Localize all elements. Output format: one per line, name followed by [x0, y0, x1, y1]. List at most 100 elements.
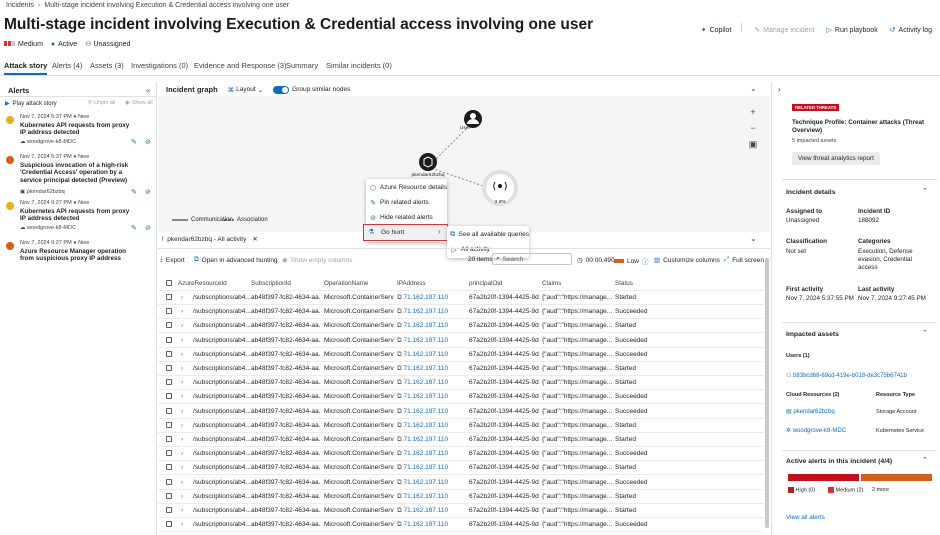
table-row[interactable]: › /subscriptions/ab4...ab48f397-fc82-4634… [158, 476, 764, 490]
chevron-right-icon[interactable]: › [181, 422, 183, 429]
table-row[interactable]: › /subscriptions/ab4...ab48f397-fc82-4634… [158, 319, 764, 334]
activity-tab[interactable]: ⌇ pkendar62bzbq - All activity ✕ [161, 235, 258, 244]
table-scrollbar[interactable] [765, 258, 769, 528]
select-all-checkbox[interactable] [166, 280, 172, 288]
chevron-down-icon[interactable]: ⌄ [750, 84, 757, 93]
collapse-icon[interactable]: « [146, 86, 150, 95]
table-row[interactable]: › /subscriptions/ab4...ab48f397-fc82-4634… [158, 419, 764, 433]
row-checkbox[interactable] [166, 478, 172, 487]
chevron-down-icon[interactable]: ⌄ [750, 234, 757, 243]
legend-more[interactable]: 2 more [872, 487, 889, 493]
chevron-right-icon[interactable]: › [181, 507, 183, 514]
table-row[interactable]: › /subscriptions/ab4...ab48f397-fc82-4634… [158, 461, 764, 476]
row-checkbox[interactable] [166, 507, 172, 515]
chevron-up-icon[interactable]: ⌃ [922, 187, 928, 195]
tab-similar-incidents[interactable]: Similar incidents (0) [326, 61, 392, 70]
chevron-right-icon[interactable]: › [181, 479, 183, 486]
table-row[interactable]: › /subscriptions/ab4...ab48f397-fc82-4634… [158, 447, 764, 462]
table-row[interactable]: › /subscriptions/ab4...ab48f397-fc82-4634… [158, 362, 764, 376]
view-all-alerts-link[interactable]: View all alerts [786, 514, 825, 521]
chevron-up-icon[interactable]: ⌃ [922, 329, 928, 337]
alert-item[interactable]: Nov 7, 2024 5:37 PM ● New Suspicious inv… [0, 154, 157, 196]
expand-panel-icon[interactable]: › [778, 85, 781, 94]
menu-azure-resource-details[interactable]: ⬡ Azure Resource details [366, 180, 447, 195]
chevron-up-icon[interactable]: ⌃ [922, 456, 928, 464]
toggle-switch[interactable] [273, 85, 290, 94]
table-row[interactable]: › /subscriptions/ab4...ab48f397-fc82-4634… [158, 390, 764, 405]
table-row[interactable]: › /subscriptions/ab4...ab48f397-fc82-4634… [158, 490, 764, 504]
run-playbook-button[interactable]: ▷ Run playbook [827, 26, 878, 35]
zoom-out-icon[interactable]: − [745, 120, 761, 136]
threat-title[interactable]: Technique Profile: Container attacks (Th… [792, 119, 927, 135]
view-threat-report-button[interactable]: View threat analytics report [792, 152, 880, 165]
menu-hide-related-alerts[interactable]: ⊘ Hide related alerts [366, 210, 447, 225]
table-row[interactable]: › /subscriptions/ab4...ab48f397-fc82-4634… [158, 518, 764, 533]
play-attack-story-button[interactable]: ▶ Play attack story [5, 100, 57, 108]
pin-icon[interactable]: ✎ [131, 138, 137, 146]
chevron-right-icon[interactable]: › [181, 351, 183, 358]
column-header[interactable]: SubscriptionId [251, 280, 291, 287]
group-similar-toggle[interactable]: Group similar nodes [273, 85, 350, 94]
row-checkbox[interactable] [166, 350, 172, 359]
chevron-right-icon[interactable]: › [181, 308, 183, 315]
column-header[interactable]: Claims [542, 280, 561, 287]
table-row[interactable]: › /subscriptions/ab4...ab48f397-fc82-4634… [158, 405, 764, 419]
row-checkbox[interactable] [166, 294, 172, 302]
hide-icon[interactable]: ⊘ [145, 188, 151, 196]
close-icon[interactable]: ✕ [252, 235, 257, 243]
chevron-right-icon[interactable]: › [181, 379, 183, 386]
show-all-button[interactable]: ◉ Show all [125, 100, 153, 106]
column-header[interactable]: OperationName [324, 280, 368, 287]
fit-screen-icon[interactable]: ▣ [745, 136, 761, 152]
tab-attack-story[interactable]: Attack story [4, 61, 48, 75]
alert-item[interactable]: Nov 7, 2024 9:27 PM ● New Azure Resource… [0, 240, 157, 270]
chevron-right-icon[interactable]: › [181, 464, 183, 471]
chevron-right-icon[interactable]: › [181, 436, 183, 443]
row-checkbox[interactable] [166, 464, 172, 472]
tab-summary[interactable]: Summary [286, 61, 318, 70]
pin-icon[interactable]: ✎ [131, 188, 137, 196]
table-row[interactable]: › /subscriptions/ab4...ab48f397-fc82-4634… [158, 305, 764, 320]
row-checkbox[interactable] [166, 436, 172, 444]
activity-log-button[interactable]: ↺ Activity log [890, 26, 932, 35]
row-checkbox[interactable] [166, 521, 172, 529]
chevron-right-icon[interactable]: › [181, 322, 183, 329]
layout-dropdown[interactable]: ⌘ Layout ⌄ [228, 86, 263, 94]
table-row[interactable]: › /subscriptions/ab4...ab48f397-fc82-4634… [158, 376, 764, 391]
tab-investigations[interactable]: Investigations (0) [131, 61, 188, 70]
chevron-right-icon[interactable]: › [181, 450, 183, 457]
hide-icon[interactable]: ⊘ [145, 224, 151, 232]
unpin-all-button[interactable]: ⚲ Unpin all [88, 100, 115, 106]
copilot-button[interactable]: ✦ Copilot [701, 26, 732, 35]
chevron-right-icon[interactable]: › [181, 493, 183, 500]
column-header[interactable]: AzureResourceId [178, 280, 227, 287]
table-row[interactable]: › /subscriptions/ab4...ab48f397-fc82-4634… [158, 291, 764, 305]
tab-alerts[interactable]: Alerts (4) [52, 61, 82, 70]
manage-incident-button[interactable]: ✎ Manage incident [754, 26, 814, 35]
column-header[interactable]: Status [615, 280, 633, 287]
table-row[interactable]: › /subscriptions/ab4...ab48f397-fc82-4634… [158, 504, 764, 518]
breadcrumb-incidents[interactable]: Incidents [6, 2, 34, 9]
chevron-right-icon[interactable]: › [181, 408, 183, 415]
chevron-right-icon[interactable]: › [181, 393, 183, 400]
alert-item[interactable]: Nov 7, 2024 9:27 PM ● New Kubernetes API… [0, 200, 157, 232]
show-empty-columns-button[interactable]: ◉ Show empty columns [282, 256, 352, 265]
resource-link[interactable]: ✲ woodgrove-k8-MDC [786, 427, 846, 434]
chevron-right-icon[interactable]: › [181, 294, 183, 301]
alert-item[interactable]: Nov 7, 2024 5:37 PM ● New Kubernetes API… [0, 114, 157, 146]
menu-pin-related-alerts[interactable]: ✎ Pin related alerts [366, 195, 447, 210]
export-button[interactable]: ⤓ Export [160, 256, 185, 264]
row-checkbox[interactable] [166, 492, 172, 501]
pin-icon[interactable]: ✎ [131, 224, 137, 232]
column-header[interactable]: principalOid [469, 280, 502, 287]
row-checkbox[interactable] [166, 450, 172, 458]
user-link[interactable]: ⚇ b83bcd68-69cd-419e-b018-de3c75b6741b [786, 372, 907, 379]
tab-evidence[interactable]: Evidence and Response (3) [194, 61, 287, 70]
tab-assets[interactable]: Assets (3) [90, 61, 124, 70]
row-checkbox[interactable] [166, 336, 172, 345]
search-input[interactable]: ⌕ Search [492, 253, 572, 265]
row-checkbox[interactable] [166, 365, 172, 373]
full-screen-button[interactable]: ⤢ Full screen [724, 256, 764, 264]
resource-link[interactable]: ▤ pkendar62bzbq [786, 408, 835, 415]
chevron-right-icon[interactable]: › [181, 521, 183, 528]
